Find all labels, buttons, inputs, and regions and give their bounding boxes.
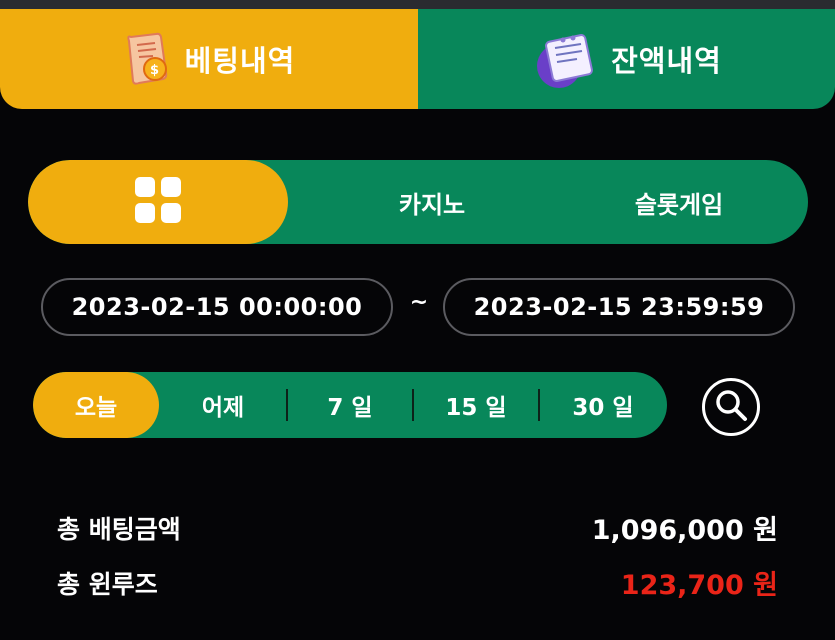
svg-text:$: $ [150, 63, 160, 78]
category-all-button[interactable] [28, 160, 288, 244]
tab-balance-history-label: 잔액내역 [611, 44, 722, 78]
search-icon [714, 388, 748, 426]
category-casino-button[interactable]: 카지노 [314, 160, 550, 244]
game-category-bar: 카지노 슬롯게임 [28, 160, 808, 244]
total-winloss-value: 123,700 원 [620, 570, 778, 601]
total-bet-value: 1,096,000 원 [591, 515, 778, 546]
period-selector: 오늘 어제 7 일 15 일 30 일 [33, 372, 667, 438]
notepad-icon [531, 28, 599, 90]
period-yesterday-button[interactable]: 어제 [159, 372, 287, 438]
period-30days-button[interactable]: 30 일 [539, 372, 667, 438]
receipt-coin-icon: $ [123, 31, 173, 87]
period-7days-button[interactable]: 7 일 [287, 372, 413, 438]
tab-betting-history[interactable]: $ 베팅내역 [0, 9, 418, 109]
period-15days-button[interactable]: 15 일 [413, 372, 539, 438]
period-today-button[interactable]: 오늘 [33, 372, 159, 438]
total-bet-label: 총 배팅금액 [57, 515, 181, 544]
history-tabs: $ 베팅내역 잔액내역 [0, 9, 835, 109]
search-button[interactable] [702, 378, 760, 436]
category-slot-button[interactable]: 슬롯게임 [550, 160, 808, 244]
end-date-field[interactable]: 2023-02-15 23:59:59 [443, 278, 795, 336]
total-winloss-label: 총 윈루즈 [57, 570, 158, 599]
start-date-field[interactable]: 2023-02-15 00:00:00 [41, 278, 393, 336]
tab-betting-history-label: 베팅내역 [184, 44, 296, 78]
grid-icon [135, 177, 181, 227]
tab-balance-history[interactable]: 잔액내역 [418, 9, 835, 109]
date-range-separator: ~ [409, 290, 429, 315]
top-edge-bar [0, 0, 835, 9]
